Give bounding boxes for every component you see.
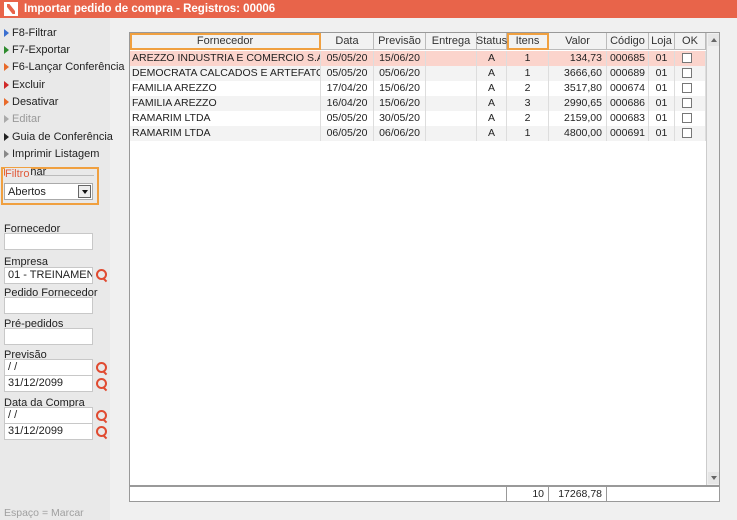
app-logo-icon: [4, 2, 18, 16]
table-row[interactable]: AREZZO INDUSTRIA E COMERCIO S.A. 05/05/2…: [130, 51, 706, 66]
title-bar: Importar pedido de compra - Registros: 0…: [0, 0, 737, 18]
col-ok[interactable]: OK: [675, 33, 706, 50]
col-itens[interactable]: Itens: [507, 33, 549, 50]
vertical-scrollbar[interactable]: [706, 33, 719, 485]
menu-excluir[interactable]: Excluir: [4, 77, 45, 93]
menu-exportar[interactable]: F7-Exportar: [4, 42, 70, 58]
search-icon[interactable]: [96, 362, 108, 374]
pedido-fornecedor-input[interactable]: [4, 297, 93, 314]
col-loja[interactable]: Loja: [649, 33, 675, 50]
menu-imprimir-listagem[interactable]: Imprimir Listagem: [4, 146, 99, 162]
arrow-icon: [4, 63, 9, 71]
ok-checkbox[interactable]: [682, 83, 692, 93]
col-data[interactable]: Data: [321, 33, 374, 50]
previsao-to-input[interactable]: 31/12/2099: [4, 375, 93, 392]
col-previsao[interactable]: Previsão: [374, 33, 426, 50]
table-row[interactable]: DEMOCRATA CALCADOS E ARTEFATOS DE CO 05/…: [130, 66, 706, 81]
arrow-icon: [4, 98, 9, 106]
ok-checkbox[interactable]: [682, 68, 692, 78]
data-compra-from-input[interactable]: / /: [4, 407, 93, 424]
arrow-icon: [4, 115, 9, 123]
col-valor[interactable]: Valor: [549, 33, 607, 50]
col-status[interactable]: Status: [476, 33, 507, 50]
search-icon[interactable]: [96, 410, 108, 422]
keyboard-hint: Espaço = Marcar: [4, 507, 84, 519]
empresa-input[interactable]: 01 - TREINAMENTO: [4, 267, 93, 284]
search-icon[interactable]: [96, 426, 108, 438]
orders-table: Fornecedor Data Previsão Entrega Status …: [129, 32, 720, 486]
search-icon[interactable]: [96, 269, 108, 281]
arrow-icon: [4, 133, 9, 141]
filter-divider: [34, 175, 94, 176]
table-row[interactable]: FAMILIA AREZZO 17/04/20 15/06/20 A 2 351…: [130, 81, 706, 96]
ok-checkbox[interactable]: [682, 53, 692, 63]
ok-checkbox[interactable]: [682, 128, 692, 138]
menu-guia-conferencia[interactable]: Guia de Conferência: [4, 129, 113, 145]
table-row[interactable]: RAMARIM LTDA 05/05/20 30/05/20 A 2 2159,…: [130, 111, 706, 126]
scroll-up-icon[interactable]: [708, 34, 719, 46]
table-row[interactable]: FAMILIA AREZZO 16/04/20 15/06/20 A 3 299…: [130, 96, 706, 111]
total-itens: 10: [507, 487, 549, 501]
previsao-from-input[interactable]: / /: [4, 359, 93, 376]
col-codigo[interactable]: Código: [607, 33, 649, 50]
export-arrow-icon: [4, 46, 9, 54]
col-fornecedor[interactable]: Fornecedor: [130, 33, 321, 50]
data-compra-to-input[interactable]: 31/12/2099: [4, 423, 93, 440]
table-row[interactable]: RAMARIM LTDA 06/05/20 06/06/20 A 1 4800,…: [130, 126, 706, 141]
menu-lancar-conferencia[interactable]: F6-Lançar Conferência: [4, 59, 125, 75]
search-icon[interactable]: [96, 378, 108, 390]
menu-editar[interactable]: Editar: [4, 111, 41, 127]
filter-label: Filtro: [5, 168, 32, 180]
ok-checkbox[interactable]: [682, 113, 692, 123]
fornecedor-input[interactable]: [4, 233, 93, 250]
print-arrow-icon: [4, 150, 9, 158]
chevron-down-icon[interactable]: [78, 185, 91, 198]
menu-desativar[interactable]: Desativar: [4, 94, 58, 110]
totals-footer: 10 17268,78: [129, 486, 720, 502]
total-valor: 17268,78: [549, 487, 607, 501]
col-entrega[interactable]: Entrega: [426, 33, 477, 50]
window-title: Importar pedido de compra - Registros: 0…: [24, 3, 276, 15]
ok-checkbox[interactable]: [682, 98, 692, 108]
scroll-down-icon[interactable]: [708, 472, 719, 484]
menu-filtrar[interactable]: F8-Filtrar: [4, 25, 57, 41]
filter-status-select[interactable]: Abertos: [4, 183, 93, 200]
filter-arrow-icon: [4, 29, 9, 37]
pre-pedidos-input[interactable]: [4, 328, 93, 345]
delete-arrow-icon: [4, 81, 9, 89]
